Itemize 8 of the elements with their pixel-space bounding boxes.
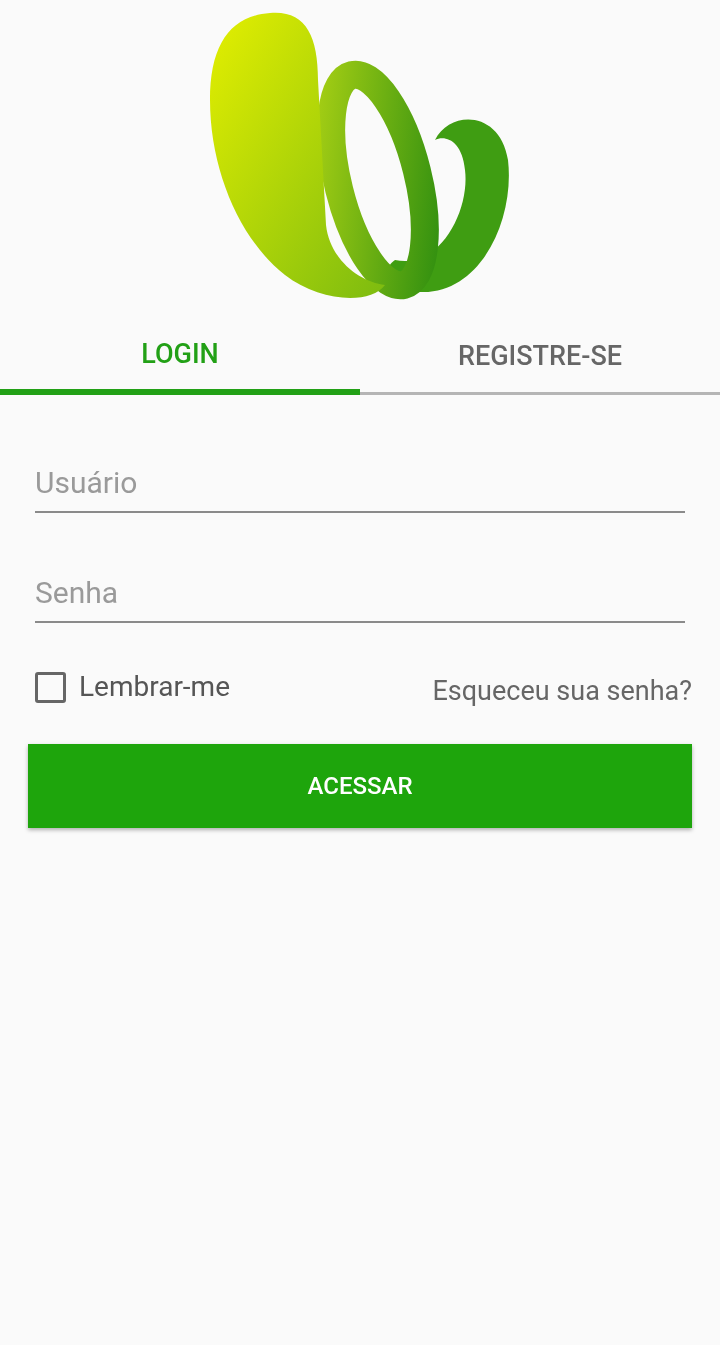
submit-button[interactable]: ACESSAR bbox=[28, 743, 692, 828]
remember-label: Lembrar-me bbox=[79, 669, 230, 706]
forgot-password-link[interactable]: Esqueceu sua senha? bbox=[432, 671, 692, 712]
username-field[interactable]: Usuário bbox=[35, 453, 685, 513]
checkbox[interactable] bbox=[35, 671, 66, 703]
password-field[interactable]: Senha bbox=[35, 563, 685, 623]
tab[interactable]: LOGIN bbox=[0, 320, 360, 395]
tab[interactable]: REGISTRE-SE bbox=[360, 320, 720, 395]
